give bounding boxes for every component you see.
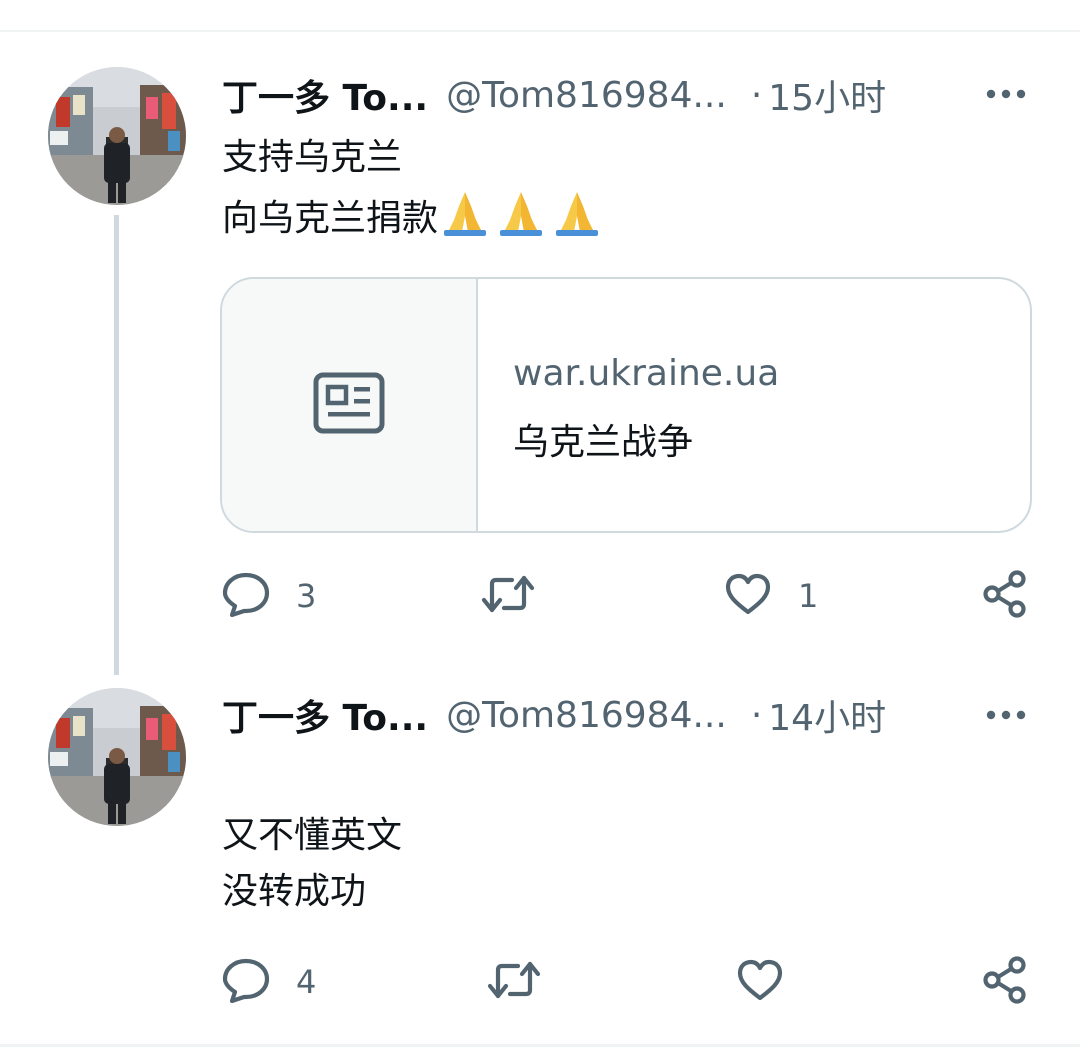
more-icon[interactable] xyxy=(980,695,1032,735)
folded-hands-emoji xyxy=(438,186,492,253)
handle[interactable]: @Tom816984... xyxy=(446,75,727,116)
share-icon xyxy=(982,956,1028,1008)
reply-icon xyxy=(222,957,270,1007)
newspaper-icon xyxy=(313,372,385,438)
like-button[interactable]: 1 xyxy=(724,568,818,624)
tweet-text-line: 支持乌克兰 xyxy=(222,137,403,178)
timestamp[interactable]: 15小时 xyxy=(768,69,886,121)
display-name[interactable]: 丁一多 To... xyxy=(222,69,428,121)
reply-icon xyxy=(222,571,270,621)
more-icon[interactable] xyxy=(980,74,1032,114)
tweet-text-line-with-emoji: 向乌克兰捐款 xyxy=(222,186,606,253)
display-name[interactable]: 丁一多 To... xyxy=(222,689,428,741)
avatar[interactable] xyxy=(48,67,186,205)
tweet-text: 又不懂英文 没转成功 xyxy=(222,808,402,920)
share-button[interactable] xyxy=(982,954,1028,1010)
retweet-button[interactable] xyxy=(480,568,536,624)
retweet-icon xyxy=(480,572,536,620)
card-title: 乌克兰战争 xyxy=(513,422,694,463)
card-domain: war.ukraine.ua xyxy=(513,353,780,394)
retweet-button[interactable] xyxy=(486,954,542,1010)
timestamp[interactable]: 14小时 xyxy=(768,689,886,741)
retweet-icon xyxy=(486,958,542,1006)
folded-hands-emoji xyxy=(494,186,548,253)
folded-hands-emoji xyxy=(550,186,604,253)
avatar[interactable] xyxy=(48,688,186,826)
reply-button[interactable]: 3 xyxy=(222,568,316,624)
share-button[interactable] xyxy=(982,568,1028,624)
tweet-text: 支持乌克兰 向乌克兰捐款 xyxy=(222,130,606,253)
like-icon xyxy=(724,572,772,620)
reply-count: 3 xyxy=(296,577,317,615)
tweet-text-line: 向乌克兰捐款 xyxy=(222,198,439,239)
bottom-divider xyxy=(0,1044,1080,1047)
like-icon xyxy=(736,958,784,1006)
separator: · xyxy=(750,74,763,116)
tweet-header: 丁一多 To... @Tom816984... · 14小时 xyxy=(222,690,886,740)
handle[interactable]: @Tom816984... xyxy=(446,695,727,736)
separator: · xyxy=(750,694,763,736)
card-thumbnail xyxy=(222,279,478,531)
tweet-text-line: 没转成功 xyxy=(222,871,367,912)
top-divider xyxy=(0,30,1080,32)
tweet-header: 丁一多 To... @Tom816984... · 15小时 xyxy=(222,70,886,120)
reply-button[interactable]: 4 xyxy=(222,954,316,1010)
link-card[interactable]: war.ukraine.ua 乌克兰战争 xyxy=(220,277,1032,533)
reply-count: 4 xyxy=(296,963,317,1001)
tweet-text-line: 又不懂英文 xyxy=(222,815,403,856)
thread-line xyxy=(114,215,119,675)
like-button[interactable] xyxy=(736,954,784,1010)
share-icon xyxy=(982,570,1028,622)
like-count: 1 xyxy=(798,577,819,615)
